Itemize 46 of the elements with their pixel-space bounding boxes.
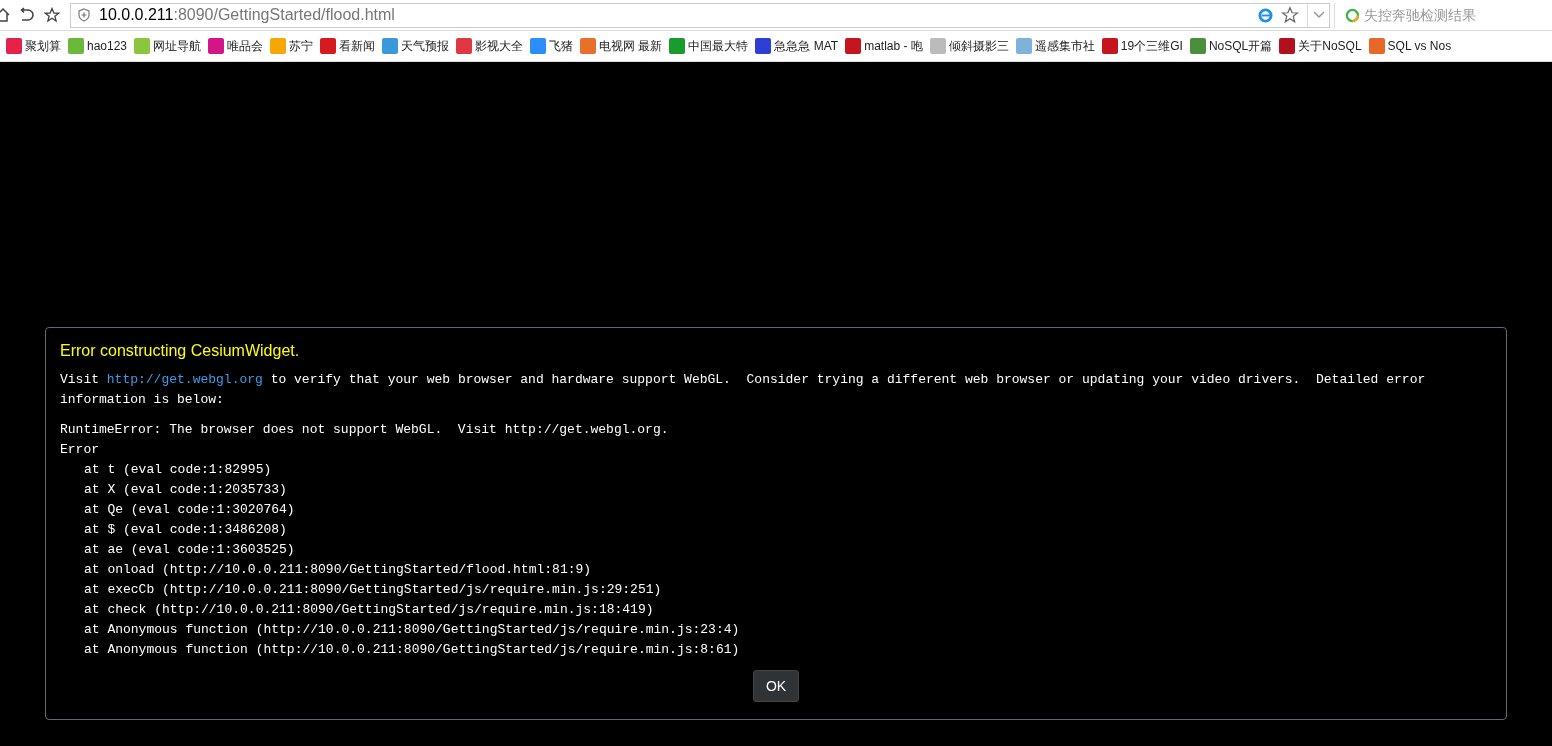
stack-trace-line: at $ (eval code:1:3486208): [83, 521, 288, 539]
bookmark-link[interactable]: 苏宁: [289, 37, 314, 55]
bookmark-link[interactable]: NoSQL开篇: [1208, 37, 1273, 55]
bookmark-link[interactable]: 唯品会: [227, 37, 264, 55]
star-icon[interactable]: [1281, 6, 1299, 24]
bookmark-link[interactable]: SQL vs Nos: [1387, 37, 1452, 55]
bookmark-link[interactable]: hao123: [87, 37, 128, 55]
browser-engine-icon[interactable]: [1258, 7, 1273, 23]
stack-trace-line: at execCb (http://10.0.0.211:8090/GettingStarted/js/require.min.js:29:251): [83, 581, 663, 599]
error-line: RuntimeError: The browser does not support WebGL. Visit http://get.webgl.org.: [60, 421, 670, 439]
error-message: Visit http://get.webgl.org to verify that your web browser and hardware support WebGL. Consider trying a different web browser or updating your video drivers. Detailed error information is below:: [60, 371, 1427, 409]
bookmark-link[interactable]: 飞猪: [549, 37, 574, 55]
ok-button[interactable]: OK: [752, 670, 800, 702]
stack-trace-line: at onload (http://10.0.0.211:8090/GettingStarted/flood.html:81:9): [83, 561, 593, 579]
address-bar[interactable]: 10.0.0.211:8090/GettingStarted/flood.html: [70, 2, 1330, 28]
search-icon: [1345, 7, 1360, 23]
bookmark-link[interactable]: 网址导航: [153, 37, 202, 55]
bookmark-link[interactable]: 聚划算: [25, 37, 61, 55]
stack-trace-line: at check (http://10.0.0.211:8090/GettingStarted/js/require.min.js:18:419): [83, 601, 655, 619]
stack-trace-line: at Anonymous function (http://10.0.0.211:8090/GettingStarted/js/require.min.js:8:61): [83, 641, 741, 659]
bookmark-link[interactable]: 遥感集市社: [1034, 37, 1095, 55]
webgl-link[interactable]: http://get.webgl.org: [106, 372, 263, 387]
bookmark-link[interactable]: 天气预报: [401, 37, 450, 55]
stack-trace-line: at X (eval code:1:2035733): [83, 481, 288, 499]
stack-trace-line: at ae (eval code:1:3603525): [83, 541, 296, 559]
stack-trace-line: at Anonymous function (http://10.0.0.211:8090/GettingStarted/js/require.min.js:23:4): [83, 621, 741, 639]
stack-trace-line: at Qe (eval code:1:3020764): [83, 501, 296, 519]
star-icon[interactable]: [44, 7, 60, 23]
bookmark-link[interactable]: 19个三维GI: [1120, 37, 1183, 55]
bookmark-link[interactable]: 中国最大特: [688, 37, 749, 55]
bookmark-link[interactable]: matlab - 咆: [864, 37, 923, 55]
bookmark-link[interactable]: 看新闻: [339, 37, 376, 55]
bookmark-link[interactable]: 急急急 MAT: [774, 37, 839, 55]
bookmark-link[interactable]: 关于NoSQL: [1298, 37, 1362, 55]
bookmark-link[interactable]: 电视网 最新: [599, 37, 663, 55]
home-icon[interactable]: [0, 8, 10, 22]
bookmark-link[interactable]: 倾斜摄影三: [948, 37, 1009, 55]
stack-trace-line: at t (eval code:1:82995): [83, 461, 273, 479]
dialog-title: Error constructing CesiumWidget.: [60, 341, 301, 361]
shield-icon: [77, 8, 91, 22]
error-line: Error: [60, 441, 100, 459]
url-text: 10.0.0.211:8090/GettingStarted/flood.html: [99, 5, 395, 25]
chevron-down-icon[interactable]: [1312, 11, 1325, 19]
reload-icon[interactable]: [18, 7, 34, 23]
bookmark-link[interactable]: 影视大全: [475, 37, 524, 55]
search-field[interactable]: 失控奔驰检测结果: [1363, 4, 1552, 26]
